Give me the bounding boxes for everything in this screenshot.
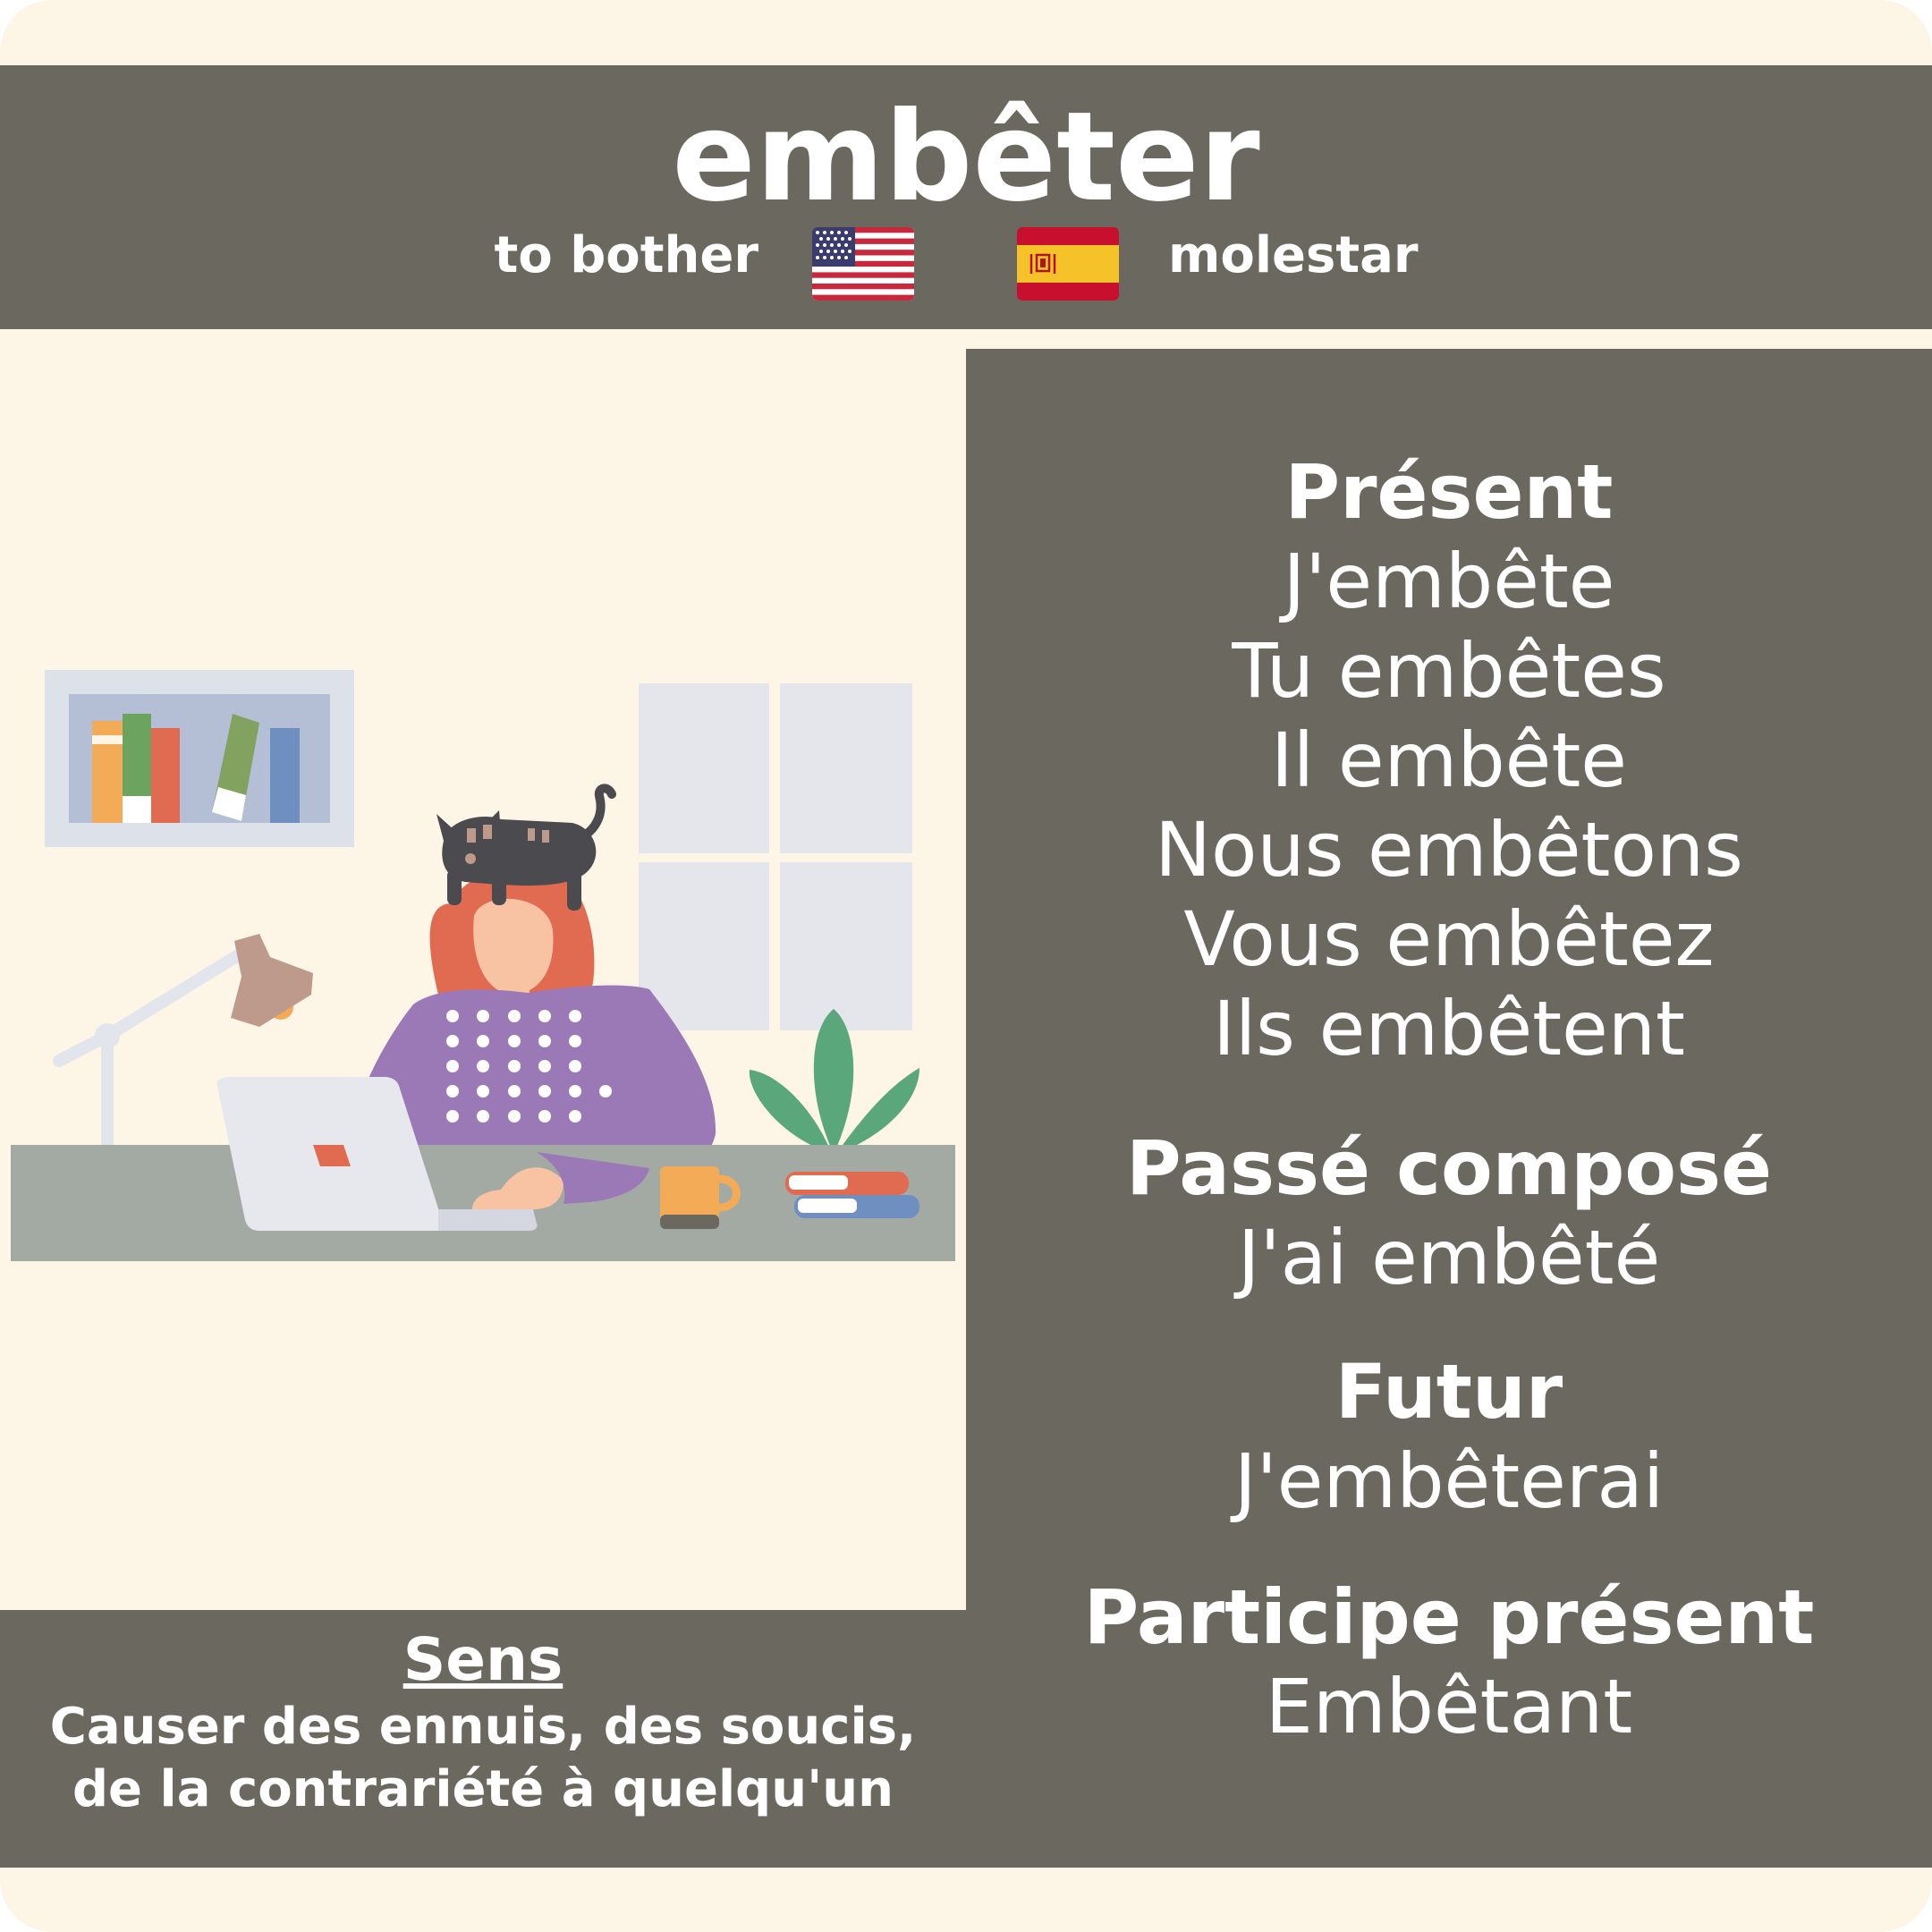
tense-futur-label: Futur <box>1335 1348 1563 1436</box>
verb-card: embêter to bother molestar Présent J'emb… <box>0 0 1932 1932</box>
present-form-ils: Ils embêtent <box>1213 985 1685 1072</box>
futur-form: J'embêterai <box>1233 1437 1665 1525</box>
meaning-box: Sens Causer des ennuis, des soucis, de l… <box>0 1610 966 1868</box>
present-form-vous: Vous embêtez <box>1183 895 1715 983</box>
conjugation-panel: Présent J'embête Tu embêtes Il embête No… <box>966 349 1932 1868</box>
window-icon <box>639 683 912 1030</box>
participe-present-form: Embêtant <box>1265 1663 1633 1750</box>
us-flag-icon <box>812 227 914 301</box>
tense-passe-compose-label: Passé composé <box>1125 1124 1773 1212</box>
present-form-tu: Tu embêtes <box>1232 627 1666 715</box>
plant-icon <box>749 1009 919 1154</box>
meaning-line-1: Causer des ennuis, des soucis, <box>49 1698 917 1756</box>
tense-present-label: Présent <box>1284 448 1614 536</box>
present-form-il: Il embête <box>1271 716 1627 804</box>
header-banner: embêter to bother molestar <box>0 65 1932 329</box>
translation-english: to bother <box>494 226 758 284</box>
tense-participe-present-label: Participe présent <box>1083 1573 1815 1661</box>
present-form-nous: Nous embêtons <box>1155 806 1743 894</box>
illustration <box>0 662 966 1288</box>
meaning-title: Sens <box>402 1625 564 1694</box>
spain-flag-icon <box>1017 227 1119 301</box>
books-icon <box>785 1172 919 1218</box>
translation-spanish: molestar <box>1168 226 1419 284</box>
present-form-je: J'embête <box>1283 538 1615 625</box>
bookshelf-icon <box>45 670 354 847</box>
verb-title: embêter <box>672 85 1260 229</box>
passe-compose-form: J'ai embêté <box>1237 1214 1661 1301</box>
meaning-line-2: de la contrariété à quelqu'un <box>72 1760 894 1818</box>
